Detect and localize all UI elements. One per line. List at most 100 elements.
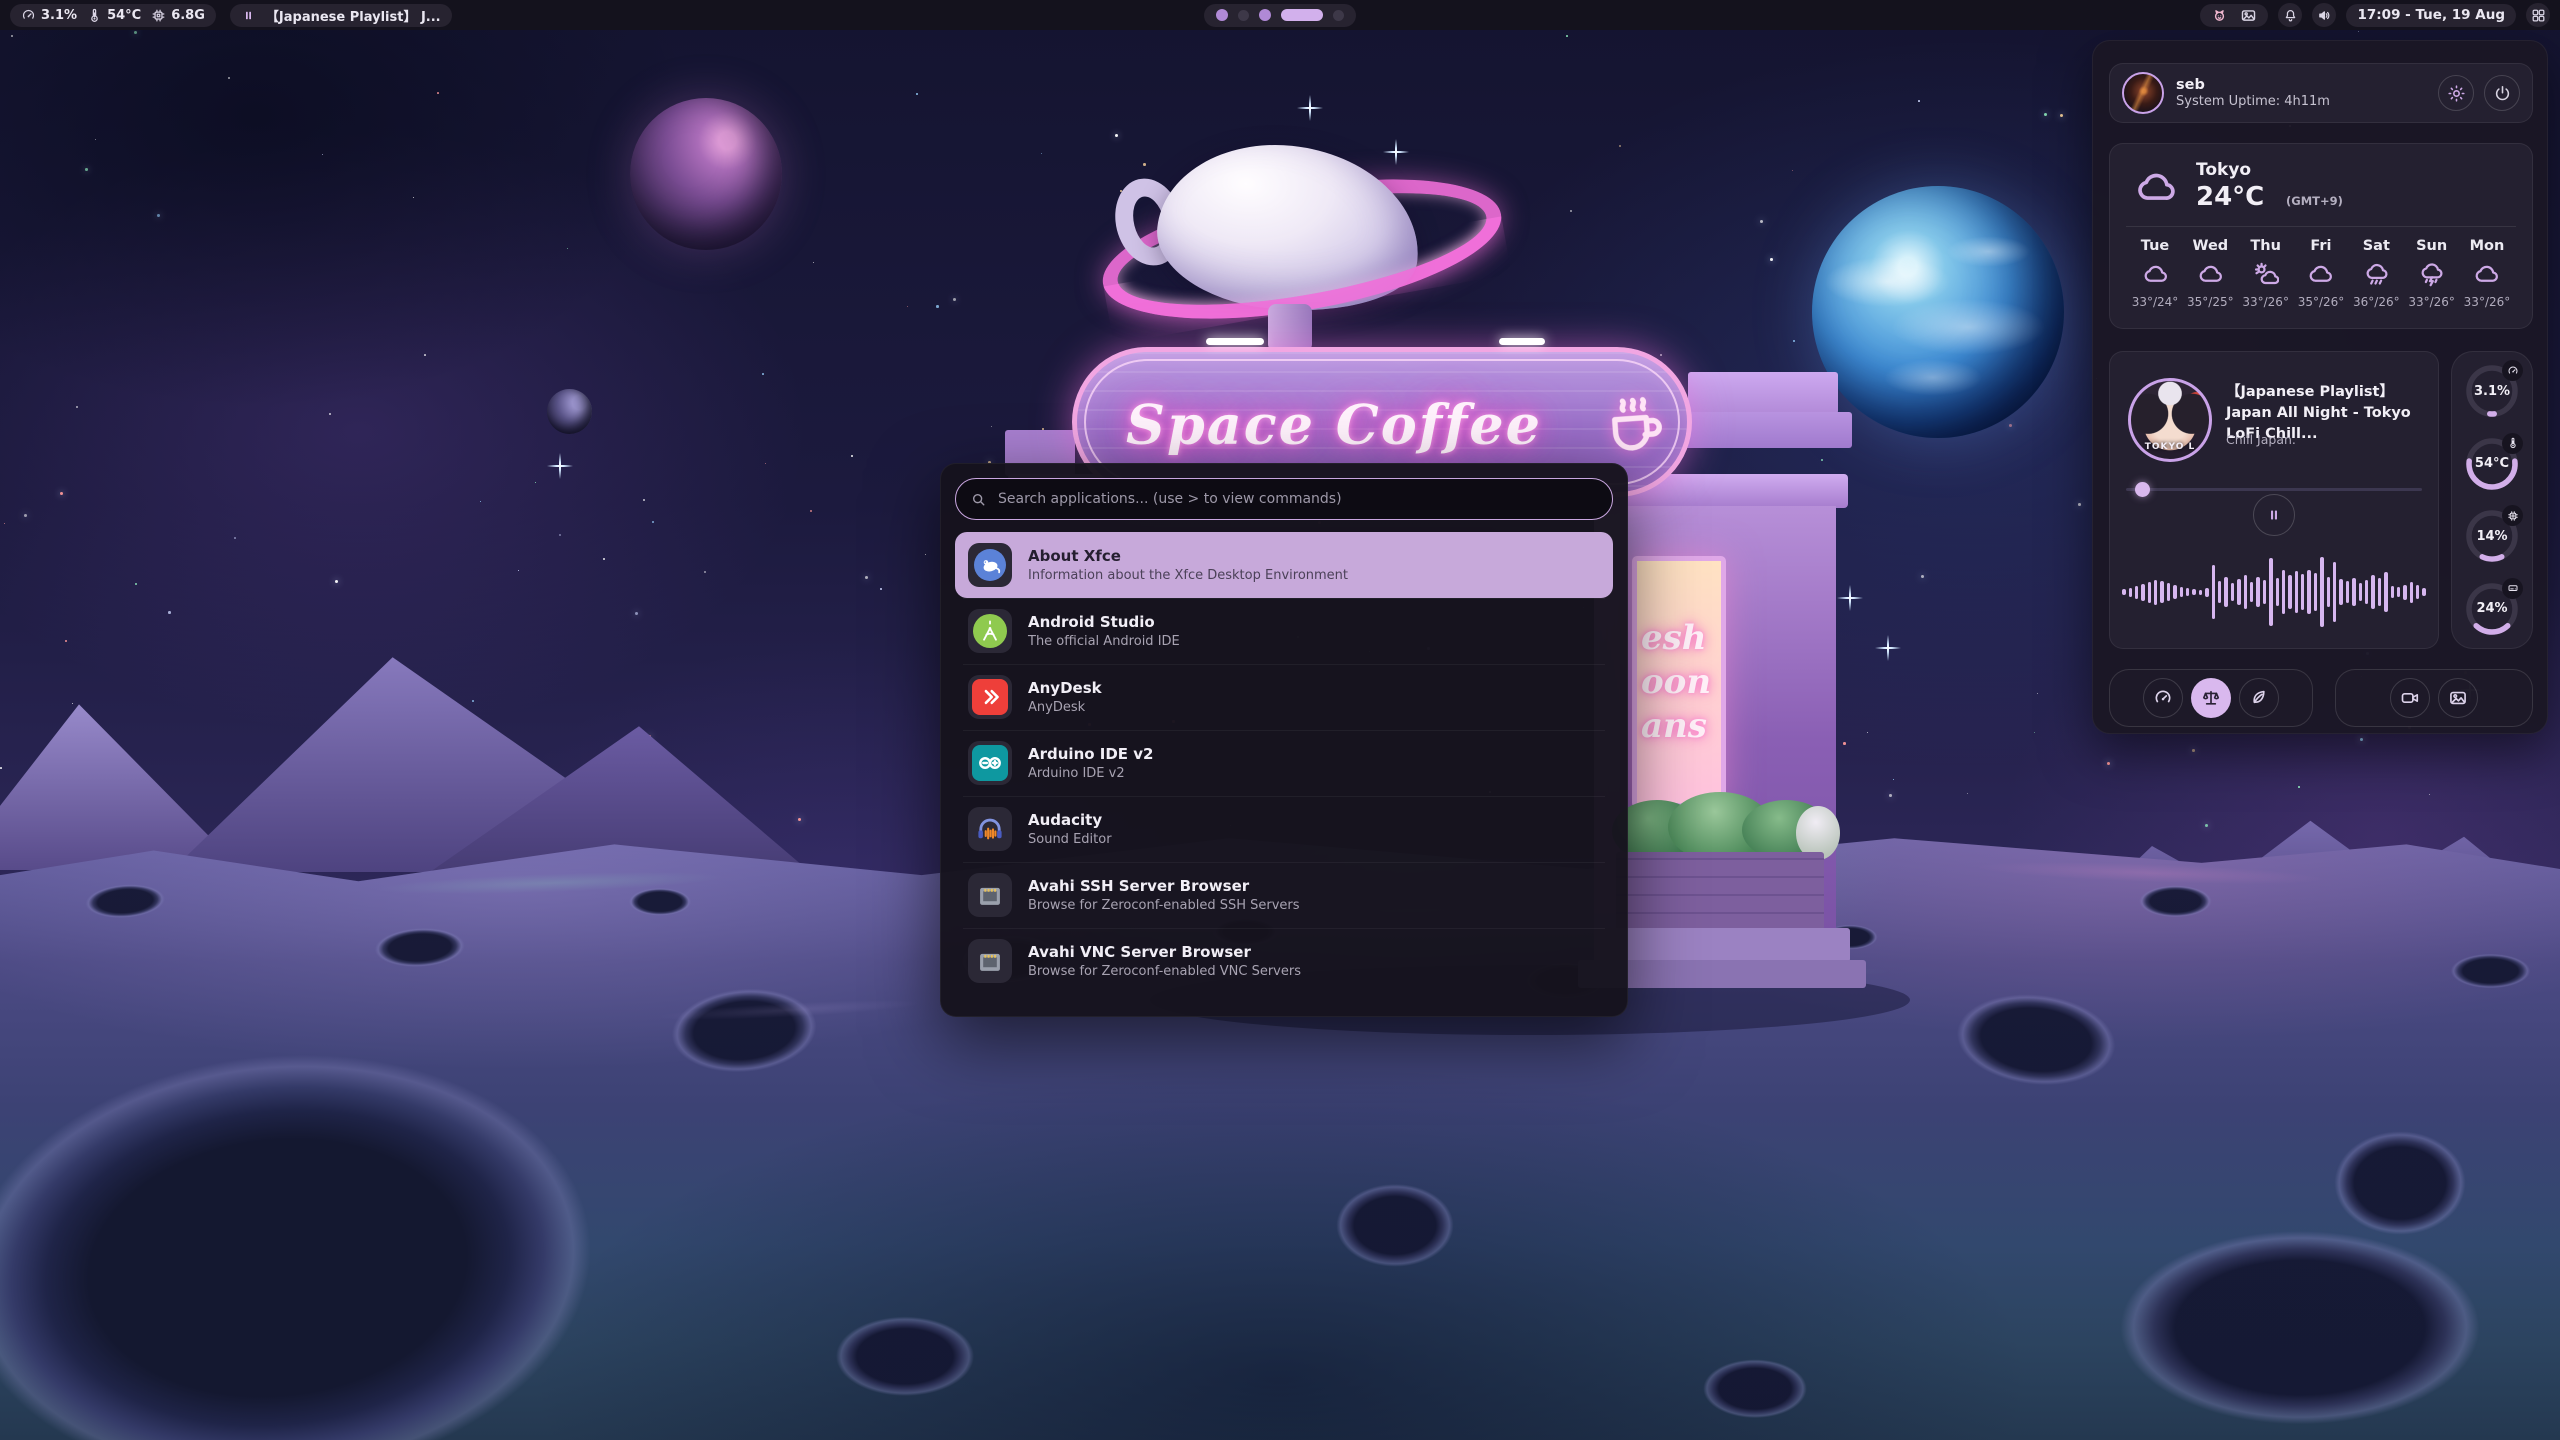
now-playing-pill[interactable]: 【Japanese Playlist】 J... xyxy=(230,4,452,27)
system-stats-pill[interactable]: 3.1% 54°C 6.8G xyxy=(10,4,216,27)
app-icon xyxy=(968,609,1012,653)
powersave-profile-button[interactable] xyxy=(2239,678,2279,718)
visualizer-bar xyxy=(2250,582,2253,602)
search-input[interactable] xyxy=(996,490,1598,508)
pet-icon[interactable] xyxy=(2211,7,2228,24)
weather-card: Tokyo 24°C (GMT+9) Tue33°/24°Wed35°/25°T… xyxy=(2109,143,2533,329)
power-button[interactable] xyxy=(2484,75,2520,111)
sign-light xyxy=(1499,338,1545,345)
app-subtitle: Browse for Zeroconf-enabled SSH Servers xyxy=(1028,898,1300,914)
visualizer-bar xyxy=(2422,588,2425,596)
workspace-dot-1[interactable] xyxy=(1216,9,1228,21)
notifications-button[interactable] xyxy=(2278,3,2302,27)
app-item-anydesk[interactable]: AnyDeskAnyDesk xyxy=(955,664,1613,730)
small-moon xyxy=(547,389,592,434)
capture-group xyxy=(2335,669,2533,727)
app-title: Android Studio xyxy=(1028,613,1180,631)
crater xyxy=(2433,950,2548,1000)
star-sparkle xyxy=(1837,585,1863,611)
screen-record-button[interactable] xyxy=(2390,678,2430,718)
weather-city: Tokyo xyxy=(2196,160,2251,180)
power-profile-group xyxy=(2109,669,2313,727)
cloud-icon xyxy=(2128,166,2184,210)
visualizer-bar xyxy=(2378,578,2381,606)
app-title: About Xfce xyxy=(1028,547,1348,565)
visualizer-bar xyxy=(2352,578,2355,606)
forecast-temps: 33°/24° xyxy=(2132,295,2179,309)
workspace-dot-3[interactable] xyxy=(1259,9,1271,21)
app-subtitle: Information about the Xfce Desktop Envir… xyxy=(1028,568,1348,584)
weather-timezone: (GMT+9) xyxy=(2286,194,2343,208)
play-pause-button[interactable] xyxy=(2253,494,2295,536)
crater xyxy=(1310,1175,1480,1295)
overview-button[interactable] xyxy=(2526,3,2550,27)
visualizer-bar xyxy=(2295,571,2298,613)
workspace-dot-4[interactable] xyxy=(1281,9,1323,21)
app-title: Audacity xyxy=(1028,811,1112,829)
app-subtitle: Arduino IDE v2 xyxy=(1028,766,1154,782)
crater xyxy=(66,877,184,933)
temp-value: 54°C xyxy=(107,8,141,23)
progress-track[interactable] xyxy=(2126,488,2422,491)
forecast-temps: 33°/26° xyxy=(2464,295,2511,309)
image-icon xyxy=(2448,688,2468,708)
visualizer-bar xyxy=(2186,588,2189,596)
forecast-day-label: Mon xyxy=(2470,238,2505,254)
thermometer-icon xyxy=(2502,433,2523,454)
app-list: About Xfce Information about the Xfce Des… xyxy=(941,532,1627,994)
scales-icon xyxy=(2201,688,2221,708)
app-title: AnyDesk xyxy=(1028,679,1102,697)
audio-visualizer xyxy=(2122,540,2426,644)
app-item-avahi-vnc-server-browser[interactable]: Avahi VNC Server BrowserBrowse for Zeroc… xyxy=(955,928,1613,994)
visualizer-bar xyxy=(2244,575,2247,609)
neon-cup-icon xyxy=(1594,378,1672,469)
visualizer-bar xyxy=(2346,581,2349,603)
settings-button[interactable] xyxy=(2438,75,2474,111)
visualizer-bar xyxy=(2154,580,2157,605)
forecast-day-sun: Sun33°/26° xyxy=(2407,238,2457,318)
speaker-icon xyxy=(2317,8,2332,23)
app-item-arduino-ide-v2[interactable]: Arduino IDE v2Arduino IDE v2 xyxy=(955,730,1613,796)
visualizer-bar xyxy=(2410,582,2413,603)
app-subtitle: The official Android IDE xyxy=(1028,634,1180,650)
forecast-day-wed: Wed35°/25° xyxy=(2185,238,2235,318)
visualizer-bar xyxy=(2359,583,2362,601)
album-art-text: TOKYO L xyxy=(2131,442,2209,452)
gauge-gauge: 3.1% xyxy=(2464,363,2520,419)
avatar[interactable] xyxy=(2122,72,2164,114)
performance-profile-button[interactable] xyxy=(2143,678,2183,718)
window-neon-text: esh xyxy=(1637,621,1721,655)
balanced-profile-button[interactable] xyxy=(2191,678,2231,718)
system-gauges: 3.1%54°C14%24% xyxy=(2451,351,2533,649)
cloud-icon xyxy=(2197,261,2224,288)
visualizer-bar xyxy=(2384,572,2387,612)
volume-button[interactable] xyxy=(2312,3,2336,27)
visualizer-bar xyxy=(2218,581,2221,603)
visualizer-bar xyxy=(2212,565,2215,619)
app-item-avahi-ssh-server-browser[interactable]: Avahi SSH Server BrowserBrowse for Zeroc… xyxy=(955,862,1613,928)
progress-knob[interactable] xyxy=(2135,482,2150,497)
screenshot-button[interactable] xyxy=(2438,678,2478,718)
wallpaper-icon[interactable] xyxy=(2240,7,2257,24)
visualizer-bar xyxy=(2320,557,2323,627)
crater xyxy=(2040,1210,2560,1440)
clock[interactable]: 17:09 - Tue, 19 Aug xyxy=(2346,4,2516,27)
search-box[interactable] xyxy=(955,478,1613,520)
visualizer-bar xyxy=(2276,578,2279,606)
clock-label: 17:09 - Tue, 19 Aug xyxy=(2357,7,2505,23)
visualizer-bar xyxy=(2237,579,2240,605)
app-item-android-studio[interactable]: Android Studio The official Android IDE xyxy=(955,598,1613,664)
memory-stat: 6.8G xyxy=(151,8,205,23)
chip-icon xyxy=(151,8,166,23)
app-item-about-xfce[interactable]: About Xfce Information about the Xfce Des… xyxy=(955,532,1613,598)
app-item-audacity[interactable]: AudacitySound Editor xyxy=(955,796,1613,862)
cloud-icon xyxy=(2307,261,2334,288)
workspace-dot-5[interactable] xyxy=(1333,10,1344,21)
visualizer-bar xyxy=(2327,577,2330,607)
cpu-stat: 3.1% xyxy=(21,8,77,23)
visualizer-bar xyxy=(2180,587,2183,597)
visualizer-bar xyxy=(2256,577,2259,607)
desktop: esh oon ans Space Coffee xyxy=(0,0,2560,1440)
power-icon xyxy=(2493,84,2512,103)
workspace-dot-2[interactable] xyxy=(1238,10,1249,21)
